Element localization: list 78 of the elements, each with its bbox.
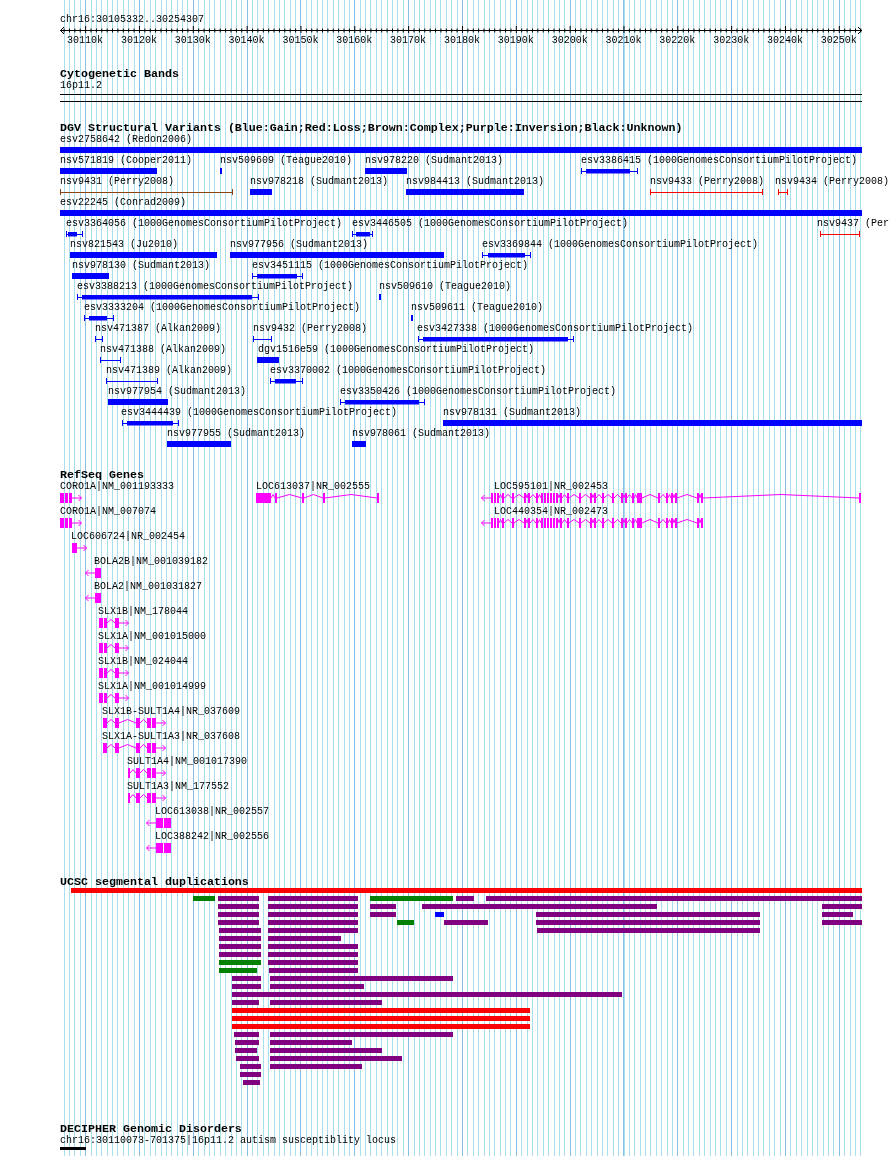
variant-label: esv3446505 (1000GenomesConsortiumPilotProject) (352, 218, 629, 230)
variant-label: nsv9437 (Per (817, 218, 889, 230)
gene-label: SLX1B|NM_024044 (98, 656, 188, 668)
variant-label: esv3451115 (1000GenomesConsortiumPilotProject) (252, 260, 529, 272)
variant-label: esv3386415 (1000GenomesConsortiumPilotProject) (581, 155, 858, 167)
variant-label: nsv984413 (Sudmant2013) (406, 176, 545, 188)
variant-label: nsv9431 (Perry2008) (60, 176, 175, 188)
band-label: 16p11.2 (60, 80, 102, 92)
tick-label: 30210k (605, 35, 642, 47)
tick-label: 30120k (120, 35, 157, 47)
disorder-label: chr16:30110073-701375|16p11.2 autism susceptiblity locus (60, 1135, 397, 1147)
variant-label: esv3370002 (1000GenomesConsortiumPilotProject) (270, 365, 547, 377)
gene-label: SLX1A-SULT1A3|NR_037608 (102, 731, 241, 743)
variant-label: nsv471389 (Alkan2009) (106, 365, 233, 377)
variant-label: esv22245 (Conrad2009) (60, 197, 187, 209)
variant-label: esv3350426 (1000GenomesConsortiumPilotProject) (340, 386, 617, 398)
gene-label: LOC388242|NR_002556 (155, 831, 270, 843)
variant-label: nsv509609 (Teague2010) (220, 155, 353, 167)
gene-label: BOLA2|NM_001031827 (94, 581, 203, 593)
tick-label: 30160k (336, 35, 373, 47)
variant-label: esv3388213 (1000GenomesConsortiumPilotProject) (77, 281, 354, 293)
gene-label: LOC595101|NR_002453 (494, 481, 609, 493)
track-title: DECIPHER Genomic Disorders (60, 1123, 242, 1135)
gene-label: SULT1A4|NM_001017390 (127, 756, 248, 768)
tick-label: 30110k (67, 35, 104, 47)
variant-label: nsv821543 (Ju2010) (70, 239, 179, 251)
variant-label: esv2758642 (Redon2006) (60, 134, 193, 146)
gene-label: SULT1A3|NM_177552 (127, 781, 230, 793)
variant-label: nsv978220 (Sudmant2013) (365, 155, 504, 167)
track-title: RefSeq Genes (60, 469, 144, 481)
track-title: DGV Structural Variants (Blue:Gain;Red:Loss;Brown:Complex;Purple:Inversion;Black:Unknown) (60, 122, 683, 134)
gene-label: CORO1A|NM_001193333 (60, 481, 175, 493)
variant-label: esv3333204 (1000GenomesConsortiumPilotProject) (84, 302, 361, 314)
gene-label: BOLA2B|NM_001039182 (94, 556, 209, 568)
tick-label: 30200k (551, 35, 588, 47)
tick-label: 30130k (174, 35, 211, 47)
gene-label: LOC440354|NR_002473 (494, 506, 609, 518)
gene-label: SLX1B|NM_178044 (98, 606, 188, 618)
variant-label: esv3427338 (1000GenomesConsortiumPilotProject) (417, 323, 694, 335)
tick-label: 30150k (282, 35, 319, 47)
variant-label: nsv977955 (Sudmant2013) (167, 428, 306, 440)
gene-label: CORO1A|NM_007074 (60, 506, 156, 518)
variant-label: nsv9434 (Perry2008) (775, 176, 890, 188)
variant-label: nsv977956 (Sudmant2013) (230, 239, 369, 251)
variant-label: dgv1516e59 (1000GenomesConsortiumPilotProject) (258, 344, 535, 356)
tick-label: 30230k (713, 35, 750, 47)
variant-label: esv3444439 (1000GenomesConsortiumPilotProject) (121, 407, 398, 419)
tick-label: 30170k (390, 35, 427, 47)
gene-label: SLX1B-SULT1A4|NR_037609 (102, 706, 241, 718)
variant-label: nsv9433 (Perry2008) (650, 176, 765, 188)
gene-label: LOC613038|NR_002557 (155, 806, 270, 818)
variant-label: nsv9432 (Perry2008) (253, 323, 368, 335)
variant-label: nsv509610 (Teague2010) (379, 281, 512, 293)
tick-label: 30180k (443, 35, 480, 47)
variant-label: nsv978130 (Sudmant2013) (72, 260, 211, 272)
gene-label: LOC613037|NR_002555 (256, 481, 371, 493)
variant-label: nsv571819 (Cooper2011) (60, 155, 193, 167)
variant-label: nsv978218 (Sudmant2013) (250, 176, 389, 188)
gene-label: LOC606724|NR_002454 (71, 531, 186, 543)
variant-label: nsv509611 (Teague2010) (411, 302, 544, 314)
variant-label: nsv977954 (Sudmant2013) (108, 386, 247, 398)
track-title: UCSC segmental duplications (60, 876, 249, 888)
tick-label: 30240k (766, 35, 803, 47)
variant-label: nsv471388 (Alkan2009) (100, 344, 227, 356)
tick-label: 30140k (228, 35, 265, 47)
gene-label: SLX1A|NM_001015000 (98, 631, 207, 643)
tick-label: 30220k (659, 35, 696, 47)
variant-label: nsv978061 (Sudmant2013) (352, 428, 491, 440)
coordinate-range-label: chr16:30105332..30254307 (60, 14, 205, 26)
gene-label: SLX1A|NM_001014999 (98, 681, 207, 693)
track-title: Cytogenetic Bands (60, 68, 179, 80)
variant-label: nsv978131 (Sudmant2013) (443, 407, 582, 419)
variant-label: nsv471387 (Alkan2009) (95, 323, 222, 335)
tick-label: 30190k (497, 35, 534, 47)
variant-label: esv3364056 (1000GenomesConsortiumPilotProject) (66, 218, 343, 230)
disorder-bar (60, 1147, 86, 1150)
variant-label: esv3369844 (1000GenomesConsortiumPilotProject) (482, 239, 759, 251)
tick-label: 30250k (820, 35, 857, 47)
